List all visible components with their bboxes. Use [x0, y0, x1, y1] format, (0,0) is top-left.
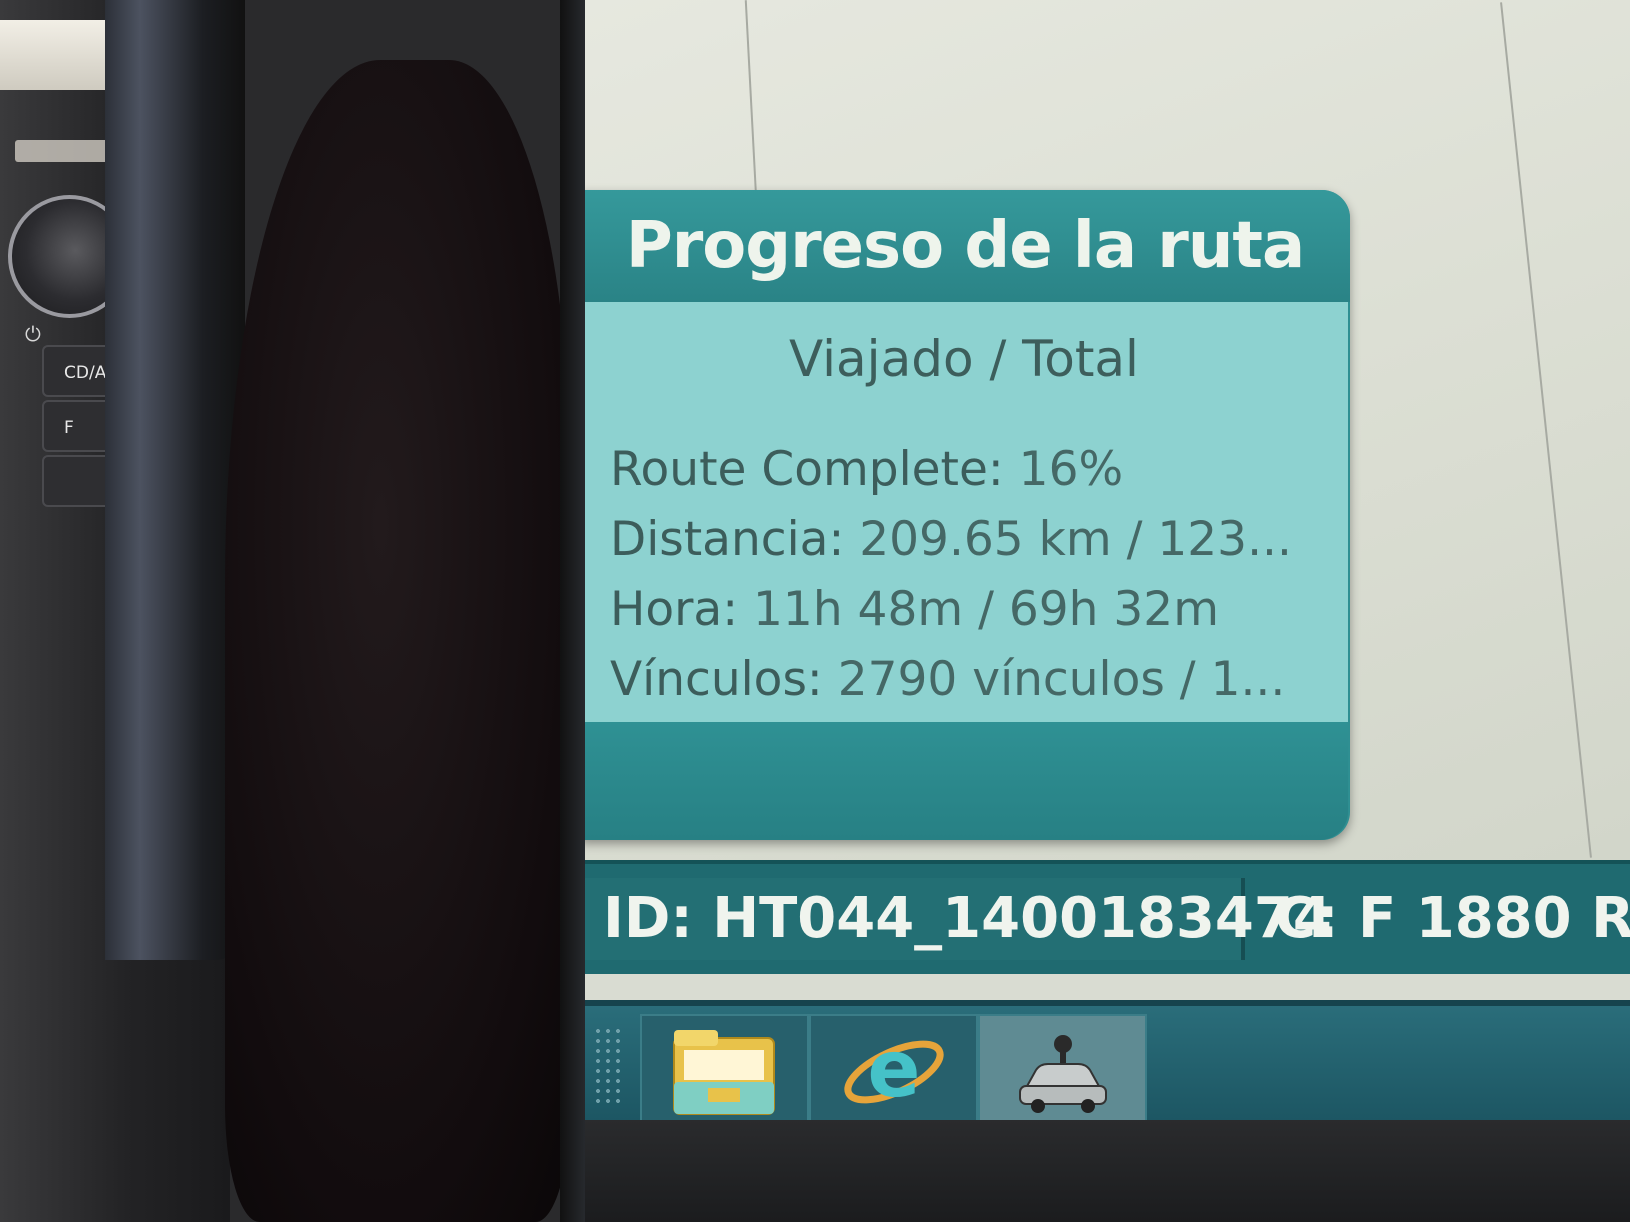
- distance-label: Distancia:: [610, 512, 845, 567]
- links-label: Vínculos:: [610, 652, 823, 707]
- navigation-screen: Progreso de la ruta Viajado / Total Rout…: [585, 0, 1630, 1222]
- power-icon: ⏻: [25, 322, 41, 346]
- screen-bottom-bezel: [585, 1120, 1630, 1222]
- links-value: 2790 vínculos / 1...: [837, 652, 1286, 707]
- status-c-field[interactable]: C: F 1880 R: [1253, 878, 1630, 960]
- route-complete-value: 16%: [1018, 442, 1124, 497]
- taskbar-navigation-button[interactable]: [978, 1014, 1147, 1130]
- map-road: [744, 0, 758, 200]
- route-progress-popup: Progreso de la ruta Viajado / Total Rout…: [585, 190, 1350, 840]
- time-row: Hora: 11h 48m / 69h 32m: [610, 582, 1330, 637]
- links-row: Vínculos: 2790 vínculos / 1...: [610, 652, 1330, 707]
- taskbar-grip[interactable]: [593, 1026, 623, 1106]
- folder-icon: [672, 1030, 775, 1115]
- distance-row: Distancia: 209.65 km / 123...: [610, 512, 1330, 567]
- popup-body: Viajado / Total Route Complete: 16% Dist…: [585, 302, 1348, 722]
- status-bar: ID: HT044_1400183474 C: F 1880 R: [585, 860, 1630, 974]
- taskbar: e: [585, 1000, 1630, 1130]
- route-id-field[interactable]: ID: HT044_1400183474: [585, 878, 1332, 960]
- device-bezel: [105, 0, 245, 960]
- svg-text:e: e: [867, 1026, 920, 1115]
- car-navigation-icon: [1018, 1035, 1107, 1113]
- glove: [225, 60, 570, 1222]
- popup-subtitle: Viajado / Total: [789, 330, 1139, 388]
- distance-value: 209.65 km / 123...: [859, 512, 1292, 567]
- cd-slot: [15, 140, 115, 162]
- popup-footer-button-area[interactable]: [585, 722, 1348, 840]
- taskbar-browser-button[interactable]: e: [809, 1014, 978, 1130]
- map-road: [1500, 2, 1592, 858]
- route-complete-row: Route Complete: 16%: [610, 442, 1330, 497]
- popup-header: Progreso de la ruta: [585, 190, 1350, 302]
- time-value: 11h 48m / 69h 32m: [753, 582, 1219, 637]
- taskbar-folder-button[interactable]: [640, 1014, 809, 1130]
- internet-explorer-icon: e: [843, 1026, 944, 1115]
- route-complete-label: Route Complete:: [610, 442, 1004, 497]
- time-label: Hora:: [610, 582, 739, 637]
- popup-title: Progreso de la ruta: [625, 209, 1305, 283]
